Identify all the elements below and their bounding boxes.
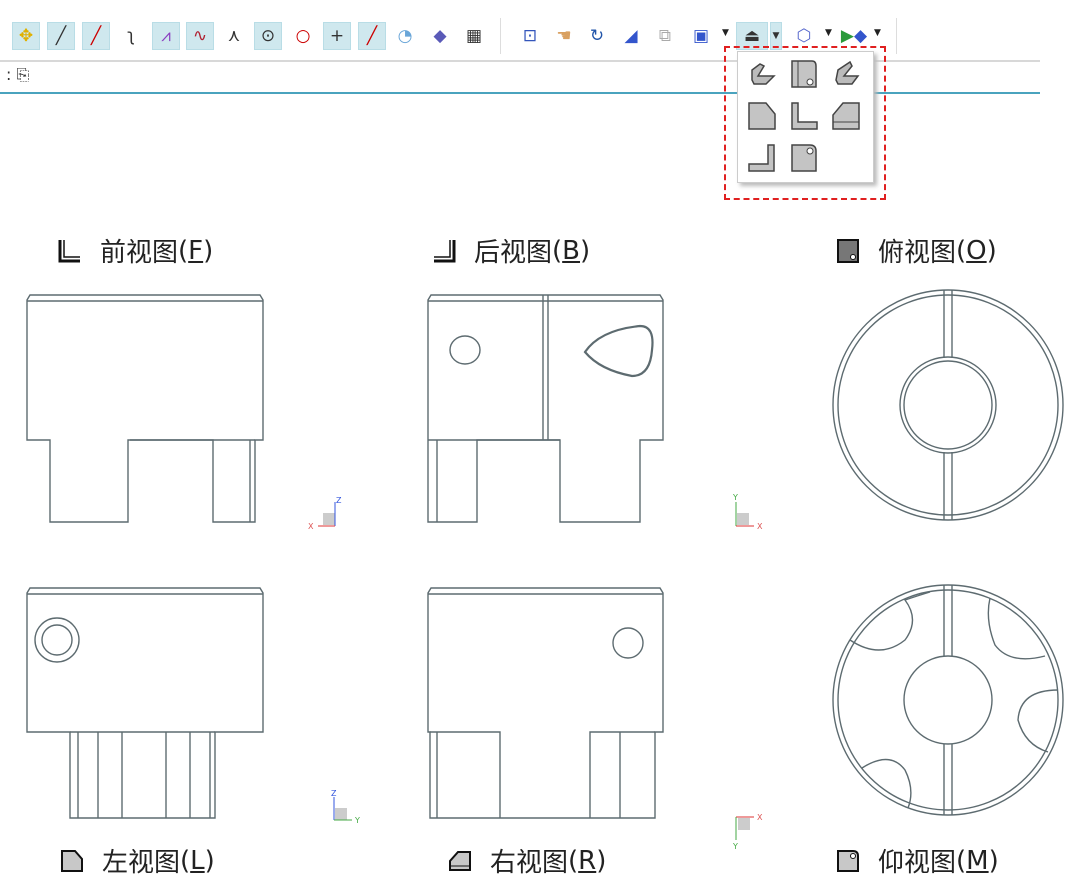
left-axis-triad: Z Y <box>331 789 360 825</box>
svg-text:Z: Z <box>331 789 337 798</box>
svg-text:Y: Y <box>354 816 360 825</box>
svg-text:X: X <box>757 522 763 531</box>
right-axis-triad: X Y <box>732 813 763 851</box>
svg-text:X: X <box>308 522 314 531</box>
back-axis-triad: Y X <box>732 493 763 531</box>
svg-text:Y: Y <box>732 493 738 502</box>
svg-text:X: X <box>757 813 763 822</box>
axis-triads: Z X Y X Z Y X Y <box>308 493 763 851</box>
svg-text:Z: Z <box>336 496 342 505</box>
svg-text:Y: Y <box>732 842 738 851</box>
front-axis-triad: Z X <box>308 496 342 531</box>
